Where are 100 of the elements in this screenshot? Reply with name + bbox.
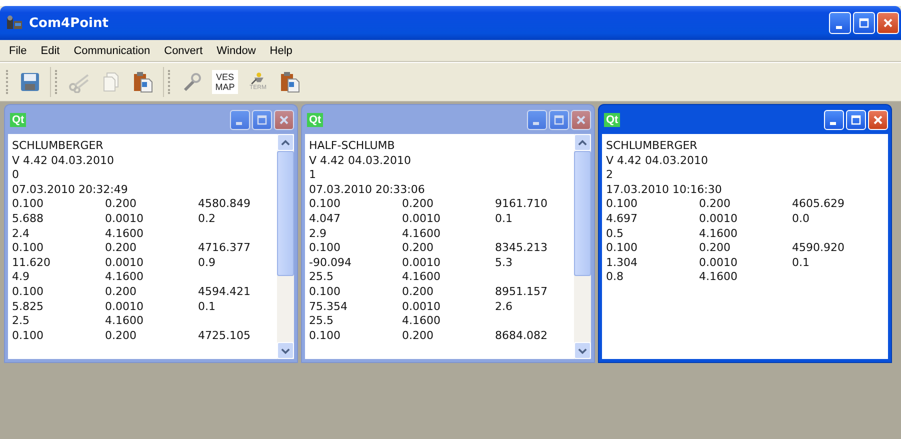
value-text: 4594.421 [198,284,252,300]
value-text: 0.200 [699,197,732,212]
value-text: 8951.157 [495,284,548,300]
value-text: 0.1 [495,212,514,227]
value-text: 0.100 [606,197,638,212]
qt-logo-icon: Qt [10,112,26,126]
close-button[interactable] [274,110,294,130]
text-line: 1 [309,168,316,183]
value-text: 0.100 [12,197,44,212]
value-text: 0.2 [198,212,216,227]
menu-item[interactable]: Window [210,44,263,56]
value-text: 4.1600 [402,270,442,285]
value-text: 0.5 [606,226,624,242]
value-text: 4605.629 [792,197,846,212]
value-text: 75.354 [309,300,348,314]
paste-button[interactable] [278,70,302,94]
value-text: 5.688 [12,212,44,227]
minimize-icon [532,122,538,125]
value-text: 5.825 [12,300,44,314]
scroll-down-icon[interactable] [574,342,591,359]
minimize-button[interactable] [230,110,250,130]
menu-item[interactable]: Communication [66,44,158,56]
value-text: 4580.849 [198,197,252,212]
text-line: SCHLUMBERGER [606,139,698,154]
text-line: 07.03.2010 20:32:49 [12,182,128,198]
close-button[interactable] [877,12,899,34]
value-text: 11.620 [12,256,52,270]
value-text: 0.0010 [402,256,442,270]
value-text: 4590.920 [792,241,846,256]
value-text: 5.3 [495,256,514,270]
scroll-down-icon[interactable] [277,342,294,359]
value-text: 0.100 [309,241,342,256]
text-line: V 4.42 04.03.2010 [309,154,411,168]
maximize-icon [554,114,564,124]
minimize-icon [236,122,242,125]
value-text: 0.0010 [402,300,442,314]
minimize-button[interactable] [527,110,547,130]
value-text: 0.0010 [699,212,738,227]
ves-map-button[interactable]: VES MAP [212,70,238,94]
value-text: 0.0 [792,212,810,227]
value-text: 2.6 [495,300,514,314]
menu-item[interactable]: Help [262,44,300,56]
menu-item[interactable]: Convert [157,44,210,56]
close-icon [576,114,586,124]
value-text: 0.8 [606,270,624,285]
value-text: 0.0010 [105,212,144,227]
text-line: HALF-SCHLUMB [309,139,395,154]
scroll-up-icon[interactable] [277,134,294,151]
value-text: 0.200 [105,197,138,212]
value-text: 1.304 [606,256,638,270]
value-text: 0.100 [309,197,342,212]
value-text: 0.200 [402,197,434,212]
window-title: Com4Point [29,16,108,30]
text-line: 2 [606,168,613,183]
text-line: V 4.42 04.03.2010 [12,154,114,168]
value-text: 0.200 [105,241,138,256]
value-text: 0.200 [402,241,434,256]
qt-logo-icon: Qt [307,112,324,126]
value-text: 4.697 [606,212,638,227]
close-button[interactable] [571,110,591,130]
close-button[interactable] [868,110,888,130]
menu-item[interactable]: File [2,44,34,56]
value-text: 8684.082 [495,328,548,344]
paste-button[interactable] [131,70,155,94]
value-text: 0.1 [198,300,216,314]
value-text: 0.0010 [105,300,144,314]
scroll-thumb[interactable] [277,151,294,276]
value-text: 4.1600 [105,314,144,329]
value-text: 0.200 [105,328,138,344]
value-text: 4.1600 [105,226,144,242]
text-line: SCHLUMBERGER [12,139,104,154]
maximize-button[interactable] [846,110,866,130]
scroll-thumb[interactable] [574,151,591,276]
save-button[interactable] [18,70,42,94]
maximize-icon [851,114,861,124]
value-text: 4725.105 [198,328,252,344]
text-area[interactable]: SCHLUMBERGER V 4.42 04.03.2010 2 17.03.2010 10:16:30 0.100 0.200 4605.629 4.697 0.0010 0.0 0.5 4.1600 0.100 0.200 4590.920 1.304 0.0010 0.1 0.8 4.1600 [602,134,888,359]
menu-item[interactable]: Edit [34,44,67,56]
value-text: 25.5 [309,314,334,329]
value-text: 4716.377 [198,241,252,256]
value-text: 9161.710 [495,197,548,212]
value-text: 0.0010 [402,212,442,227]
minimize-icon [836,26,842,28]
scrollbar[interactable] [574,134,591,359]
value-text: 0.100 [12,241,44,256]
minimize-button[interactable] [829,12,851,34]
value-text: 4.047 [309,212,342,227]
maximize-icon [257,114,267,124]
value-text: 8345.213 [495,241,548,256]
scrollbar[interactable] [277,134,294,359]
value-text: 2.9 [309,226,328,242]
minimize-button[interactable] [824,110,844,130]
value-text: -90.094 [309,256,352,270]
maximize-button[interactable] [549,110,569,130]
close-icon [873,114,883,124]
maximize-icon [859,18,869,28]
value-text: 2.5 [12,314,30,329]
maximize-button[interactable] [252,110,272,130]
scroll-up-icon[interactable] [574,134,591,151]
maximize-button[interactable] [853,12,875,34]
